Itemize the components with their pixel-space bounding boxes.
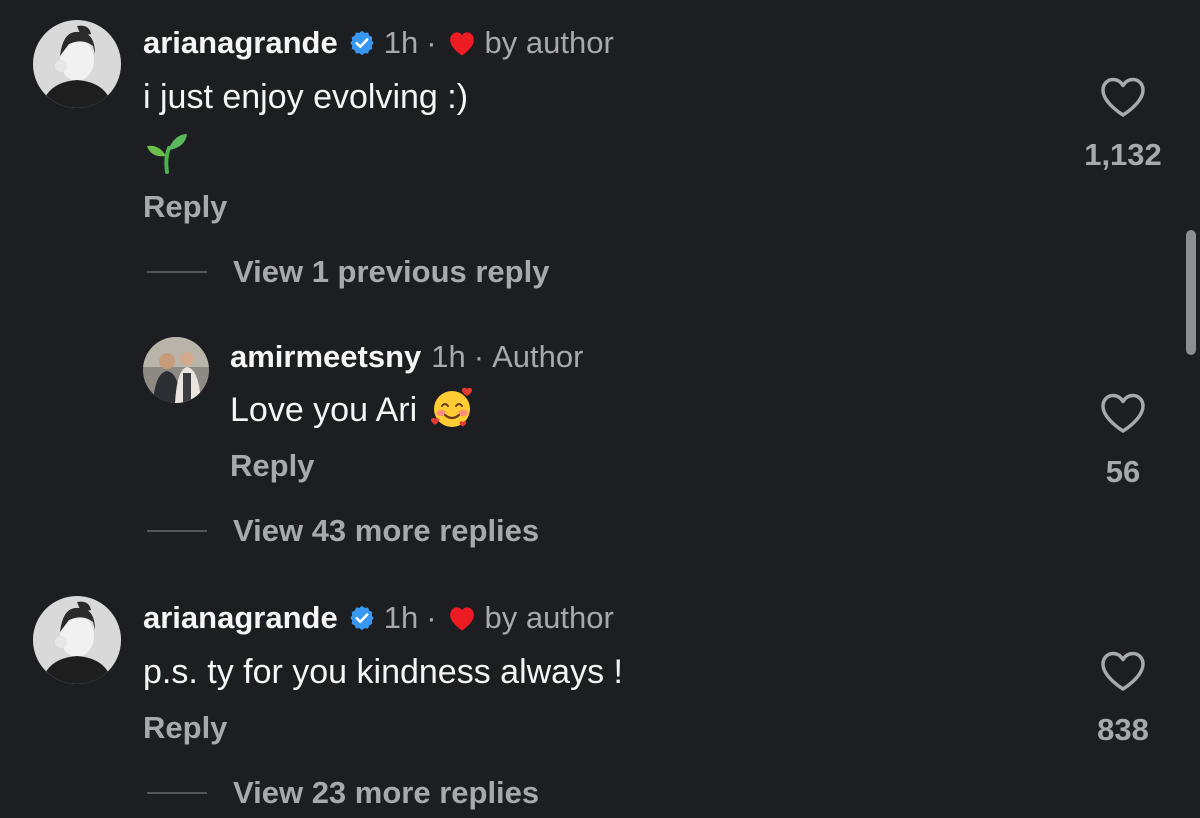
reply-button[interactable]: Reply xyxy=(143,708,227,748)
heart-outline-icon[interactable] xyxy=(1100,650,1146,692)
comment-header: arianagrande 1h · by author xyxy=(143,598,614,638)
timestamp: 1h xyxy=(383,600,419,635)
heart-outline-icon[interactable] xyxy=(1100,76,1146,118)
reply-button[interactable]: Reply xyxy=(230,446,314,486)
liked-by-author-label: by author xyxy=(484,25,614,60)
like-count: 56 xyxy=(1105,454,1141,489)
view-replies-label: View 43 more replies xyxy=(233,513,540,548)
smiling-face-with-hearts-emoji xyxy=(429,385,475,431)
avatar[interactable] xyxy=(143,337,209,403)
heart-filled-icon xyxy=(447,604,477,632)
view-replies-button[interactable]: View 23 more replies xyxy=(147,773,539,813)
comment-header: amirmeetsny 1h · Author xyxy=(230,337,583,377)
username[interactable]: arianagrande xyxy=(143,23,338,63)
heart-outline-icon[interactable] xyxy=(1100,392,1146,434)
separator: · xyxy=(426,25,437,60)
liked-by-author-label: by author xyxy=(484,600,614,635)
username[interactable]: arianagrande xyxy=(143,598,338,638)
view-replies-button[interactable]: View 1 previous reply xyxy=(147,252,549,292)
like-count: 838 xyxy=(1097,712,1149,747)
reply-button[interactable]: Reply xyxy=(143,187,227,227)
divider xyxy=(147,530,207,532)
username[interactable]: amirmeetsny xyxy=(230,337,421,377)
comment-header: arianagrande 1h · by author xyxy=(143,23,614,63)
comment-text: p.s. ty for you kindness always ! xyxy=(143,653,623,691)
comments-screen: arianagrande 1h · by author i just enjoy… xyxy=(0,0,1200,818)
seedling-emoji xyxy=(145,130,189,174)
divider xyxy=(147,271,207,273)
avatar[interactable] xyxy=(33,596,121,684)
timestamp: 1h xyxy=(431,339,466,374)
verified-badge-icon xyxy=(348,29,376,57)
comment-text: Love you Ari xyxy=(230,385,475,435)
like-count: 1,132 xyxy=(1084,137,1162,172)
avatar[interactable] xyxy=(33,20,121,108)
view-replies-button[interactable]: View 43 more replies xyxy=(147,511,539,551)
author-badge: Author xyxy=(492,339,584,374)
separator: · xyxy=(473,339,485,374)
separator: · xyxy=(426,600,437,635)
view-replies-label: View 23 more replies xyxy=(233,775,540,810)
divider xyxy=(147,792,207,794)
comment-text: i just enjoy evolving :) xyxy=(143,78,469,116)
view-replies-label: View 1 previous reply xyxy=(233,254,550,289)
scrollbar[interactable] xyxy=(1186,230,1196,355)
heart-filled-icon xyxy=(447,29,477,57)
timestamp: 1h xyxy=(383,25,419,60)
verified-badge-icon xyxy=(348,604,376,632)
comment-text-content: Love you Ari xyxy=(230,391,418,429)
